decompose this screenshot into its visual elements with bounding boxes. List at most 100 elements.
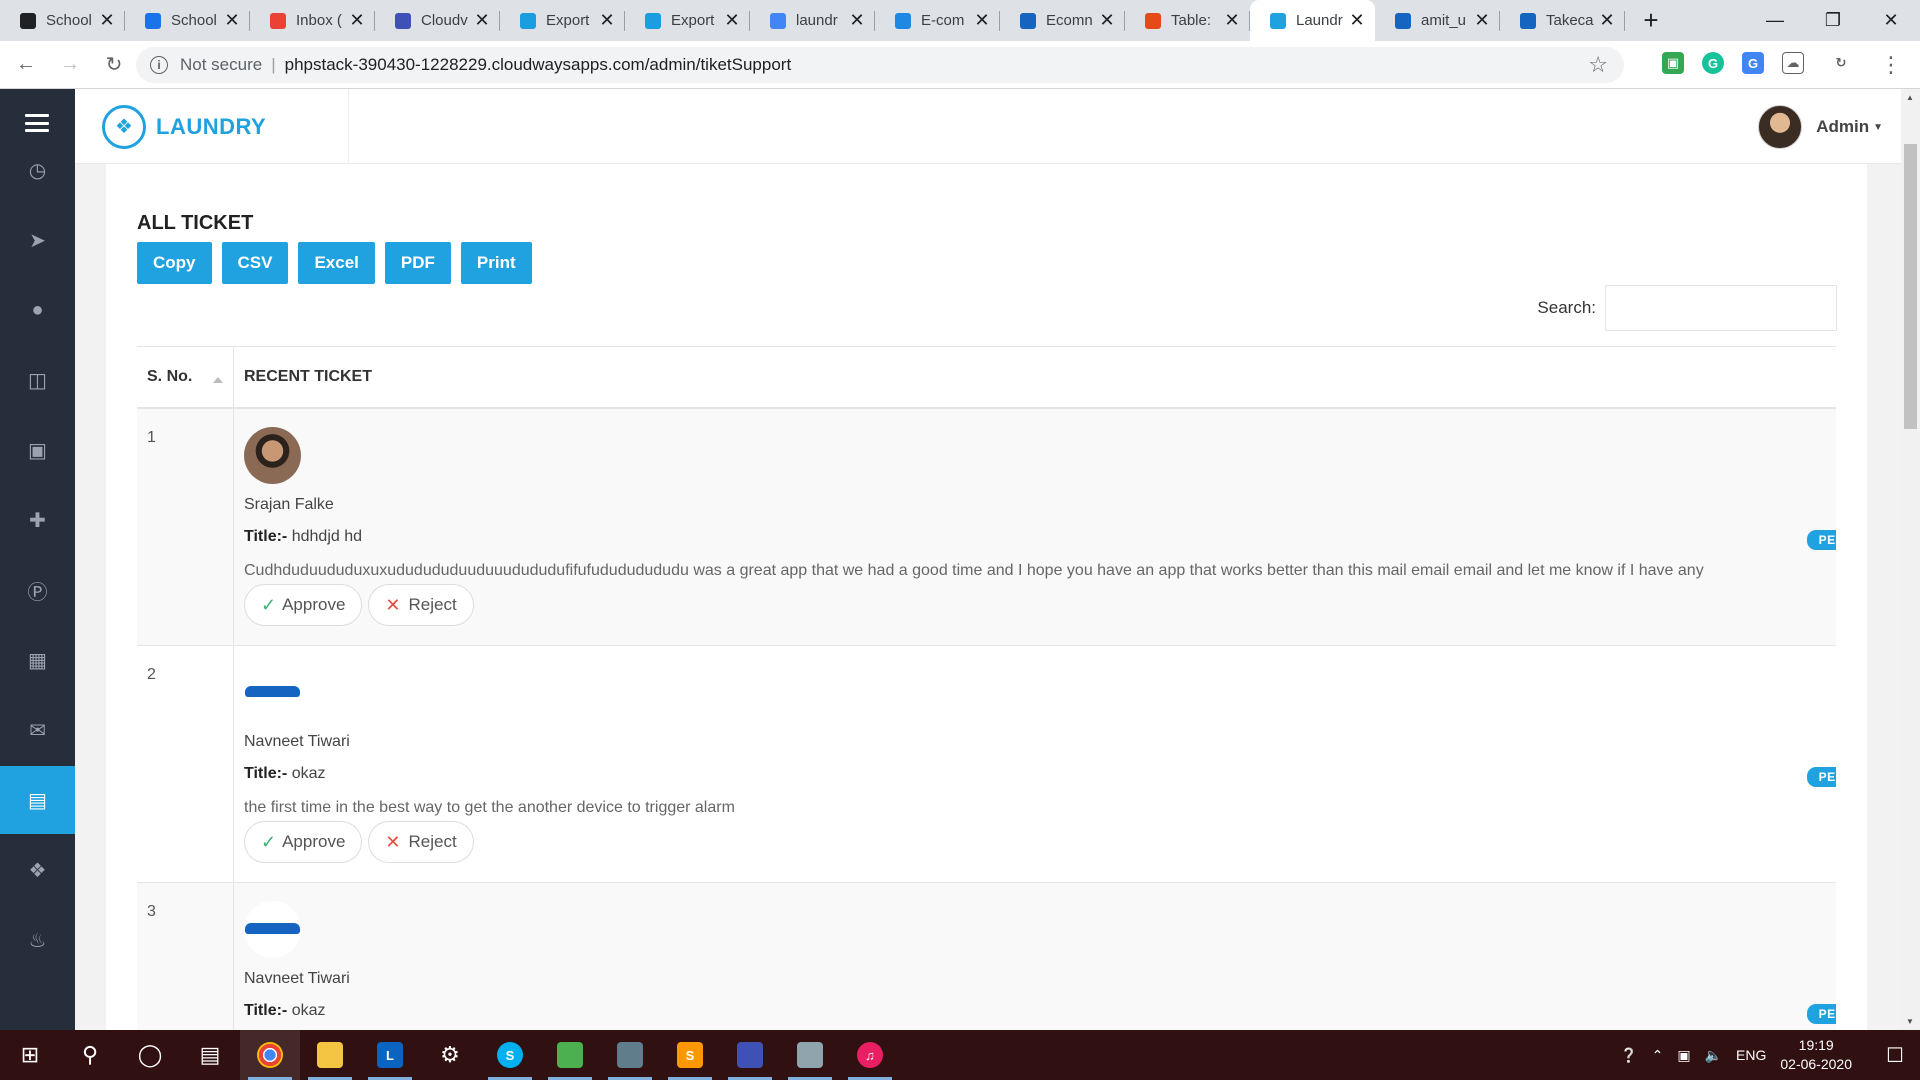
document-tool-icon[interactable] <box>780 1030 840 1080</box>
scroll-up-icon[interactable]: ▲ <box>1906 93 1914 102</box>
browser-tab[interactable]: School ✕ <box>0 0 125 41</box>
forward-icon[interactable]: → <box>52 47 88 83</box>
reject-button[interactable]: ✕ Reject <box>368 584 474 626</box>
tab-close-icon[interactable]: ✕ <box>849 10 865 31</box>
search-input[interactable] <box>1605 285 1837 331</box>
minimize-icon[interactable]: — <box>1746 0 1804 41</box>
csv-button[interactable]: CSV <box>221 242 289 284</box>
sidebar-item-user[interactable]: ● <box>0 276 75 344</box>
browser-tab[interactable]: School ✕ <box>125 0 250 41</box>
bookmark-star-icon[interactable]: ☆ <box>1588 52 1608 78</box>
tab-close-icon[interactable]: ✕ <box>974 10 990 31</box>
browser-tab[interactable]: Inbox (✕ <box>250 0 375 41</box>
tv-extension-icon[interactable]: ▣ <box>1662 52 1684 74</box>
outlook-icon[interactable]: L <box>360 1030 420 1080</box>
browser-tab[interactable]: Takeca ✕ <box>1500 0 1625 41</box>
approve-button[interactable]: ✓ Approve <box>244 584 363 626</box>
chrome-icon[interactable] <box>240 1030 300 1080</box>
windows-start-icon[interactable]: ⊞ <box>0 1030 60 1080</box>
new-tab-button[interactable]: + <box>1631 0 1671 41</box>
sublime-text-icon[interactable]: S <box>660 1030 720 1080</box>
browser-tab[interactable]: Ecomn ✕ <box>1000 0 1125 41</box>
file-explorer-icon[interactable] <box>300 1030 360 1080</box>
settings-gear-icon[interactable]: ⚙ <box>420 1030 480 1080</box>
info-icon[interactable]: i <box>150 56 168 74</box>
scroll-down-icon[interactable]: ▼ <box>1906 1017 1914 1026</box>
browser-tab[interactable]: Export ✕ <box>625 0 750 41</box>
sidebar-item-parking[interactable]: Ⓟ <box>0 556 75 624</box>
image-editor-icon[interactable] <box>540 1030 600 1080</box>
tab-close-icon[interactable]: ✕ <box>224 10 240 31</box>
sidebar-item-cart[interactable]: ❖ <box>0 836 75 904</box>
grammarly-icon[interactable]: G <box>1702 52 1724 74</box>
reload-icon[interactable]: ↻ <box>96 47 132 83</box>
sidebar-item-send[interactable]: ➤ <box>0 206 75 274</box>
browser-tab[interactable]: amit_u ✕ <box>1375 0 1500 41</box>
tab-close-icon[interactable]: ✕ <box>1224 10 1240 31</box>
remote-desktop-icon[interactable] <box>720 1030 780 1080</box>
user-menu[interactable]: Admin ▼ <box>1758 105 1883 149</box>
tab-close-icon[interactable]: ✕ <box>474 10 490 31</box>
browser-tab[interactable]: Laundr ✕ <box>1250 0 1375 41</box>
tab-label: laundr <box>796 12 838 29</box>
cortana-icon[interactable]: ◯ <box>120 1030 180 1080</box>
network-tool-icon[interactable] <box>600 1030 660 1080</box>
tab-close-icon[interactable]: ✕ <box>1349 10 1365 31</box>
clock[interactable]: 19:19 02-06-2020 <box>1780 1036 1852 1074</box>
tab-label: Cloudv <box>421 12 468 29</box>
profile-sync-icon[interactable]: ↻ <box>1830 52 1852 74</box>
tab-close-icon[interactable]: ✕ <box>349 10 365 31</box>
chevron-up-icon[interactable]: ⌃ <box>1652 1047 1664 1064</box>
sidebar-item-columns[interactable]: ◫ <box>0 346 75 414</box>
close-icon: ✕ <box>385 831 401 852</box>
brand[interactable]: ❖ LAUNDRY <box>102 104 266 149</box>
sidebar-item-document[interactable]: ▤ <box>0 766 75 834</box>
tab-close-icon[interactable]: ✕ <box>1099 10 1115 31</box>
sidebar-item-bell[interactable]: ♨ <box>0 906 75 974</box>
sidebar-item-dashboard[interactable]: ◷ <box>0 136 75 204</box>
back-icon[interactable]: ← <box>8 47 44 83</box>
browser-tab[interactable]: Cloudv ✕ <box>375 0 500 41</box>
network-icon[interactable]: ▣ <box>1677 1047 1690 1064</box>
cloud-extension-icon[interactable]: ☁ <box>1782 52 1804 74</box>
url-text[interactable]: phpstack-390430-1228229.cloudwaysapps.co… <box>285 55 792 75</box>
language-indicator[interactable]: ENG <box>1736 1047 1766 1063</box>
hamburger-menu-icon[interactable] <box>25 114 49 132</box>
browser-tab[interactable]: Export ✕ <box>500 0 625 41</box>
browser-tab[interactable]: laundr ✕ <box>750 0 875 41</box>
search-icon[interactable]: ⚲ <box>60 1030 120 1080</box>
tab-close-icon[interactable]: ✕ <box>99 10 115 31</box>
tab-close-icon[interactable]: ✕ <box>1474 10 1490 31</box>
column-header-recent-ticket[interactable]: RECENT TICKET <box>234 347 372 407</box>
browser-tab[interactable]: Table: ✕ <box>1125 0 1250 41</box>
maximize-icon[interactable]: ❐ <box>1804 0 1862 41</box>
notification-icon[interactable]: ☐ <box>1870 1043 1920 1068</box>
sidebar-item-gift[interactable]: ▦ <box>0 626 75 694</box>
tab-close-icon[interactable]: ✕ <box>724 10 740 31</box>
help-icon[interactable]: ❔ <box>1620 1047 1637 1064</box>
sidebar-item-user-plus[interactable]: ✚ <box>0 486 75 554</box>
scrollbar-thumb[interactable] <box>1904 144 1917 429</box>
approve-button[interactable]: ✓ Approve <box>244 821 363 863</box>
tab-close-icon[interactable]: ✕ <box>599 10 615 31</box>
copy-button[interactable]: Copy <box>137 242 212 284</box>
column-header-sno[interactable]: S. No. <box>137 347 234 407</box>
pdf-button[interactable]: PDF <box>384 242 451 284</box>
address-bar[interactable]: i Not secure | phpstack-390430-1228229.c… <box>136 47 1624 83</box>
task-view-icon[interactable]: ▤ <box>180 1030 240 1080</box>
volume-icon[interactable]: 🔈 <box>1705 1047 1722 1064</box>
excel-button[interactable]: Excel <box>298 242 375 284</box>
itunes-icon[interactable]: ♫ <box>840 1030 900 1080</box>
sidebar-item-ticket[interactable]: ✉ <box>0 696 75 764</box>
close-window-icon[interactable]: ✕ <box>1862 0 1920 41</box>
skype-icon[interactable]: S <box>480 1030 540 1080</box>
browser-tab[interactable]: E-com ✕ <box>875 0 1000 41</box>
ticket-description: the first time in the best way to get th… <box>244 799 735 816</box>
sidebar-item-ad[interactable]: ▣ <box>0 416 75 484</box>
browser-menu-icon[interactable]: ⋮ <box>1880 52 1902 78</box>
translate-icon[interactable]: G <box>1742 52 1764 74</box>
page-scrollbar[interactable]: ▲ ▼ <box>1901 89 1920 1030</box>
reject-button[interactable]: ✕ Reject <box>368 821 474 863</box>
print-button[interactable]: Print <box>460 242 532 284</box>
tab-close-icon[interactable]: ✕ <box>1599 10 1615 31</box>
